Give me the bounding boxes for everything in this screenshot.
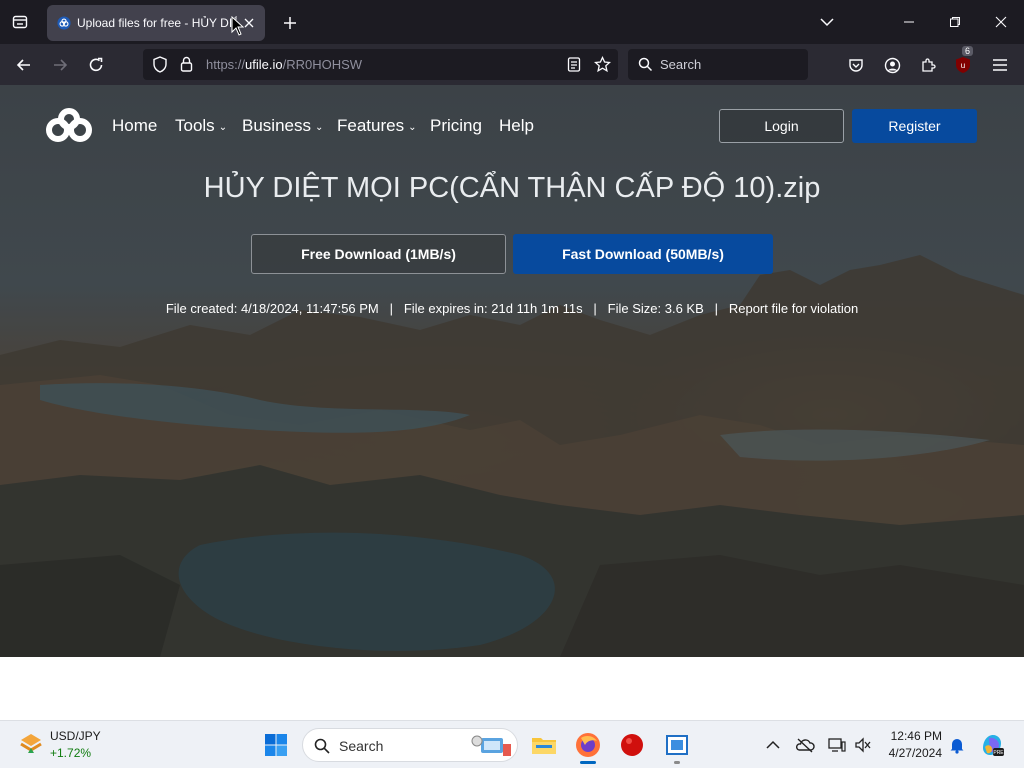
url-path: /RR0HOHSW xyxy=(282,57,363,72)
reload-icon[interactable] xyxy=(83,52,109,78)
list-all-tabs-icon[interactable] xyxy=(815,10,839,34)
file-size: File Size: 3.6 KB xyxy=(607,301,704,316)
notification-bell-icon[interactable] xyxy=(941,729,973,761)
nav-pricing[interactable]: Pricing xyxy=(430,116,482,136)
taskbar-date[interactable]: 4/27/2024 xyxy=(880,746,942,760)
login-button[interactable]: Login xyxy=(719,109,844,143)
chevron-down-icon: ⌄ xyxy=(314,122,324,133)
nav-home-label: Home xyxy=(112,116,158,135)
search-bar[interactable]: Search xyxy=(628,49,808,80)
nav-pricing-label: Pricing xyxy=(430,116,482,135)
chevron-down-icon: ⌄ xyxy=(218,122,228,133)
register-button[interactable]: Register xyxy=(852,109,977,143)
firefox-view-icon[interactable] xyxy=(8,10,32,34)
page-lower-area xyxy=(0,657,1024,720)
nav-business[interactable]: Business ⌄ xyxy=(242,116,323,136)
nav-tools[interactable]: Tools ⌄ xyxy=(175,116,227,136)
taskbar-search-placeholder: Search xyxy=(339,738,384,754)
file-name-heading: HỦY DIỆT MỌI PC(CẨN THẬN CẤP ĐỘ 10).zip xyxy=(203,172,821,204)
back-arrow-icon[interactable] xyxy=(11,52,37,78)
separator: | xyxy=(593,301,597,316)
widget-symbol[interactable]: USD/JPY xyxy=(50,729,101,743)
nav-home[interactable]: Home xyxy=(112,116,157,136)
file-explorer-icon[interactable] xyxy=(528,729,560,761)
ufile-favicon-icon xyxy=(57,16,71,30)
nav-business-label: Business xyxy=(242,116,311,135)
restore-window-icon[interactable] xyxy=(932,0,978,44)
mouse-cursor-icon xyxy=(231,16,245,36)
bookmark-star-icon[interactable] xyxy=(594,56,611,73)
search-icon xyxy=(314,738,330,754)
search-icon xyxy=(638,57,653,72)
windows-taskbar: USD/JPY +1.72% Search 12:46 PM 4/27/2024… xyxy=(0,720,1024,768)
svg-text:PRE: PRE xyxy=(993,750,1004,756)
firefox-icon[interactable] xyxy=(572,729,604,761)
separator: | xyxy=(714,301,718,316)
separator: | xyxy=(389,301,393,316)
new-tab-button[interactable] xyxy=(278,11,302,35)
nav-tools-label: Tools xyxy=(175,116,215,135)
file-expires: File expires in: 21d 11h 1m 11s xyxy=(403,301,583,316)
close-window-icon[interactable] xyxy=(978,0,1024,44)
onedrive-offline-icon[interactable] xyxy=(789,729,821,761)
nav-features-label: Features xyxy=(337,116,405,135)
url-scheme: https:// xyxy=(206,57,246,72)
svg-text:u: u xyxy=(961,61,965,70)
extensions-puzzle-icon[interactable] xyxy=(915,52,941,78)
address-bar[interactable]: https://ufile.io/RR0HOHSW xyxy=(143,49,618,80)
nav-features[interactable]: Features ⌄ xyxy=(337,116,416,136)
app-running-indicator xyxy=(674,761,680,764)
forward-arrow-icon[interactable] xyxy=(47,52,73,78)
ufile-logo-icon[interactable] xyxy=(46,108,92,144)
browser-toolbar: https://ufile.io/RR0HOHSW Search u 6 xyxy=(0,44,1024,85)
copilot-icon[interactable]: PRE xyxy=(976,729,1008,761)
currency-widget-icon[interactable] xyxy=(18,731,44,757)
browser-tab-bar: Upload files for free - HỦY DIỆT xyxy=(0,0,1024,44)
search-highlight-icon xyxy=(471,735,511,756)
landscape-background xyxy=(0,255,1024,657)
shield-icon[interactable] xyxy=(152,56,168,73)
search-placeholder: Search xyxy=(660,57,702,72)
chevron-down-icon: ⌄ xyxy=(408,122,417,133)
firefox-running-indicator xyxy=(580,761,596,764)
free-download-button[interactable]: Free Download (1MB/s) xyxy=(251,234,506,274)
url-host: ufile.io xyxy=(245,57,283,72)
windows-start-icon[interactable] xyxy=(260,729,292,761)
window-app-icon[interactable] xyxy=(661,729,693,761)
hamburger-menu-icon[interactable] xyxy=(987,52,1013,78)
tab-title: Upload files for free - HỦY DIỆT xyxy=(77,16,237,30)
reader-view-icon[interactable] xyxy=(567,57,581,72)
taskbar-search-box[interactable]: Search xyxy=(302,728,518,762)
widget-change[interactable]: +1.72% xyxy=(50,746,91,760)
nav-help[interactable]: Help xyxy=(499,116,534,136)
lock-icon[interactable] xyxy=(180,56,193,72)
extension-badge-count: 6 xyxy=(962,46,974,56)
report-link[interactable]: Report file for violation xyxy=(729,301,858,316)
chevron-up-icon[interactable] xyxy=(757,729,789,761)
url-text: https://ufile.io/RR0HOHSW xyxy=(206,57,362,72)
file-meta-row: File created: 4/18/2024, 11:47:56 PM | F… xyxy=(0,301,1024,316)
taskbar-time[interactable]: 12:46 PM xyxy=(880,729,942,743)
account-icon[interactable] xyxy=(879,52,905,78)
fast-download-button[interactable]: Fast Download (50MB/s) xyxy=(513,234,773,274)
pocket-icon[interactable] xyxy=(843,52,869,78)
red-ball-app-icon[interactable] xyxy=(616,729,648,761)
file-created: File created: 4/18/2024, 11:47:56 PM xyxy=(165,301,379,316)
ublock-origin-icon[interactable]: u 6 xyxy=(950,46,976,78)
volume-muted-icon[interactable] xyxy=(847,729,879,761)
minimize-window-icon[interactable] xyxy=(886,0,932,44)
nav-help-label: Help xyxy=(499,116,534,135)
hero-section: Home Tools ⌄ Business ⌄ Features ⌄ Pricing … xyxy=(0,85,1024,657)
